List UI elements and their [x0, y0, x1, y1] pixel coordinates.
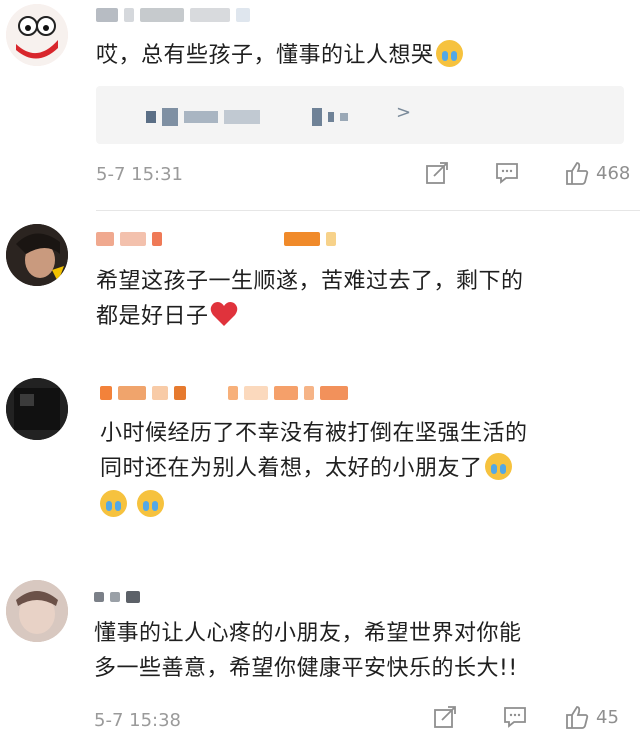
like-count: 45 [596, 706, 619, 728]
like-icon[interactable] [564, 704, 590, 730]
comment-3: 小时候经历了不幸没有被打倒在坚强生活的 同时还在为别人着想，太好的小朋友了 [0, 372, 640, 552]
quoted-reply-box[interactable]: > [96, 86, 624, 144]
crying-emoji [435, 40, 463, 67]
share-icon[interactable] [432, 704, 458, 730]
comment-icon[interactable] [494, 160, 520, 186]
like-count: 468 [596, 162, 631, 184]
timestamp: 5-7 15:38 [94, 710, 181, 731]
heart-emoji [210, 302, 237, 326]
comment-text-line: 小时候经历了不幸没有被打倒在坚强生活的 [100, 421, 528, 446]
comment-text-line: 多一些善意，希望你健康平安快乐的长大!! [94, 656, 518, 681]
comment-text-line: 同时还在为别人着想，太好的小朋友了 [100, 456, 483, 481]
username-blurred[interactable] [96, 230, 336, 248]
avatar[interactable] [6, 4, 68, 66]
quote-arrow: > [396, 102, 412, 123]
avatar[interactable] [6, 580, 68, 642]
comment-text-line: 懂事的让人心疼的小朋友，希望世界对你能 [94, 621, 522, 646]
comment-text: 懂事的让人心疼的小朋友，希望世界对你能 多一些善意，希望你健康平安快乐的长大!! [94, 616, 522, 686]
quoted-content-blurred [146, 108, 348, 126]
username-blurred[interactable] [100, 384, 348, 402]
like-icon[interactable] [564, 160, 590, 186]
action-bar: 45 [432, 704, 619, 730]
avatar[interactable] [6, 224, 68, 286]
crying-emoji [100, 490, 127, 517]
username-blurred[interactable] [94, 588, 140, 606]
comment-4: 懂事的让人心疼的小朋友，希望世界对你能 多一些善意，希望你健康平安快乐的长大!!… [0, 572, 640, 732]
crying-emoji [484, 453, 512, 480]
action-bar: 468 [424, 160, 630, 186]
comment-text-line: 希望这孩子一生顺遂，苦难过去了，剩下的 [96, 269, 524, 294]
comment-text-line: 都是好日子 [96, 304, 209, 329]
comment-text-line: 哎，总有些孩子，懂事的让人想哭 [96, 43, 434, 68]
comment-icon[interactable] [502, 704, 528, 730]
share-icon[interactable] [424, 160, 450, 186]
crying-emoji [137, 490, 164, 517]
avatar[interactable] [6, 378, 68, 440]
comment-text: 哎，总有些孩子，懂事的让人想哭 [96, 38, 463, 73]
comment-1: 哎，总有些孩子，懂事的让人想哭 > 5-7 15:31 468 [0, 0, 640, 211]
comment-2: 希望这孩子一生顺遂，苦难过去了，剩下的 都是好日子 [0, 214, 640, 354]
comment-text: 小时候经历了不幸没有被打倒在坚强生活的 同时还在为别人着想，太好的小朋友了 [100, 416, 528, 524]
comment-text: 希望这孩子一生顺遂，苦难过去了，剩下的 都是好日子 [96, 264, 524, 334]
username-blurred[interactable] [96, 6, 250, 24]
timestamp: 5-7 15:31 [96, 164, 183, 185]
divider [96, 210, 640, 211]
